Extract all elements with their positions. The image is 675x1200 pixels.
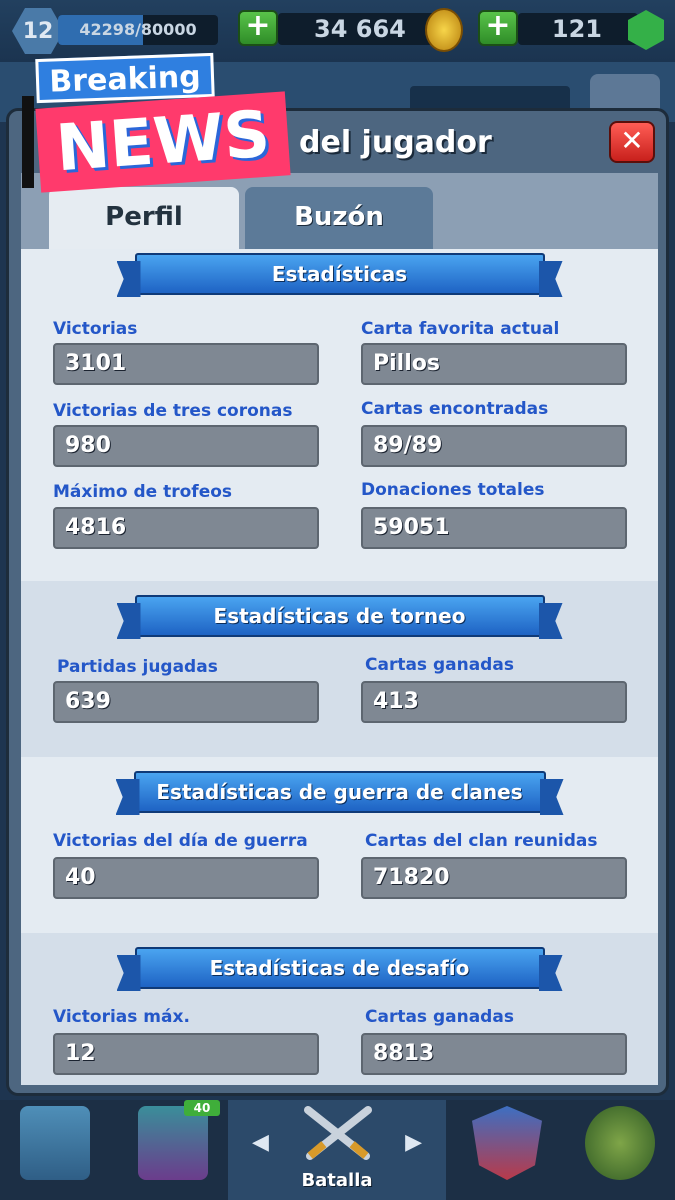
section-title: Estadísticas de desafío — [134, 947, 545, 989]
news-sticker-bar — [22, 96, 34, 188]
stat-label: Victorias máx. — [53, 1007, 190, 1027]
stats-content[interactable]: Estadísticas Victorias 3101 Carta favori… — [21, 249, 658, 1085]
laurel-sword-icon — [585, 1106, 655, 1180]
bottom-nav: 40 ◀ ▶ Batalla — [0, 1100, 675, 1200]
section-title: Estadísticas — [134, 253, 545, 295]
section-challenge-stats: Estadísticas de desafío Victorias máx. 1… — [21, 933, 658, 1085]
section-general-stats: Estadísticas Victorias 3101 Carta favori… — [21, 249, 658, 581]
stat-value: 8813 — [361, 1033, 627, 1075]
nav-clan[interactable] — [452, 1100, 562, 1200]
clan-shield-icon — [472, 1106, 542, 1180]
section-clan-war-stats: Estadísticas de guerra de clanes Victori… — [21, 757, 658, 933]
close-button[interactable]: ✕ — [609, 121, 655, 163]
nav-cards[interactable]: 40 — [118, 1100, 228, 1200]
stat-label: Partidas jugadas — [57, 657, 218, 677]
gold-counter: 34 664 — [278, 13, 446, 45]
tab-buzon[interactable]: Buzón — [245, 187, 433, 249]
gem-counter: 121 — [518, 13, 638, 45]
stat-value: 71820 — [361, 857, 627, 899]
stat-label: Victorias del día de guerra — [53, 831, 308, 851]
xp-text: 42298/80000 — [79, 20, 197, 39]
add-gold-button[interactable]: + — [238, 10, 278, 46]
breaking-sticker: Breaking — [35, 52, 215, 104]
chevron-right-icon[interactable]: ▶ — [405, 1130, 422, 1155]
nav-shop[interactable] — [0, 1100, 110, 1200]
cards-badge: 40 — [184, 1100, 220, 1116]
stat-label: Máximo de trofeos — [53, 482, 233, 502]
add-gems-button[interactable]: + — [478, 10, 518, 46]
gem-amount: 121 — [551, 15, 602, 43]
section-tournament-stats: Estadísticas de torneo Partidas jugadas … — [21, 581, 658, 757]
cards-icon — [138, 1106, 208, 1180]
tab-perfil[interactable]: Perfil — [49, 187, 239, 249]
swords-icon — [304, 1106, 372, 1160]
news-sticker: NEWS — [35, 91, 291, 193]
nav-tournaments[interactable] — [565, 1100, 675, 1200]
section-title: Estadísticas de guerra de clanes — [133, 771, 546, 813]
stat-value: 980 — [53, 425, 319, 467]
stat-label: Cartas encontradas — [361, 399, 549, 419]
stat-value: 59051 — [361, 507, 627, 549]
stat-value: 639 — [53, 681, 319, 723]
level-number: 12 — [22, 18, 54, 44]
battle-label: Batalla — [301, 1170, 373, 1191]
chevron-left-icon[interactable]: ◀ — [252, 1130, 269, 1155]
chest-icon — [20, 1106, 90, 1180]
modal-title: del jugador — [299, 125, 492, 160]
stat-value: 40 — [53, 857, 319, 899]
stat-label: Donaciones totales — [361, 480, 545, 500]
stat-label: Victorias de tres coronas — [53, 401, 293, 421]
stat-label: Carta favorita actual — [361, 319, 560, 339]
stat-value: Pillos — [361, 343, 627, 385]
player-profile-modal: del jugador ✕ Perfil Buzón Estadísticas … — [6, 108, 669, 1096]
stat-value: 4816 — [53, 507, 319, 549]
top-resource-bar: 12 42298/80000 + 34 664 + 121 — [0, 0, 675, 62]
gold-coin-icon — [425, 8, 463, 52]
xp-bar: 42298/80000 — [58, 15, 218, 45]
stat-value: 12 — [53, 1033, 319, 1075]
stat-value: 89/89 — [361, 425, 627, 467]
stat-label: Cartas del clan reunidas — [365, 831, 598, 851]
gold-amount: 34 664 — [314, 15, 406, 43]
level-badge[interactable]: 12 — [12, 8, 64, 54]
section-title: Estadísticas de torneo — [134, 595, 545, 637]
stat-label: Cartas ganadas — [365, 1007, 514, 1027]
stat-label: Victorias — [53, 319, 138, 339]
stat-label: Cartas ganadas — [365, 655, 514, 675]
stat-value: 3101 — [53, 343, 319, 385]
nav-battle[interactable]: ◀ ▶ Batalla — [228, 1100, 446, 1200]
stat-value: 413 — [361, 681, 627, 723]
